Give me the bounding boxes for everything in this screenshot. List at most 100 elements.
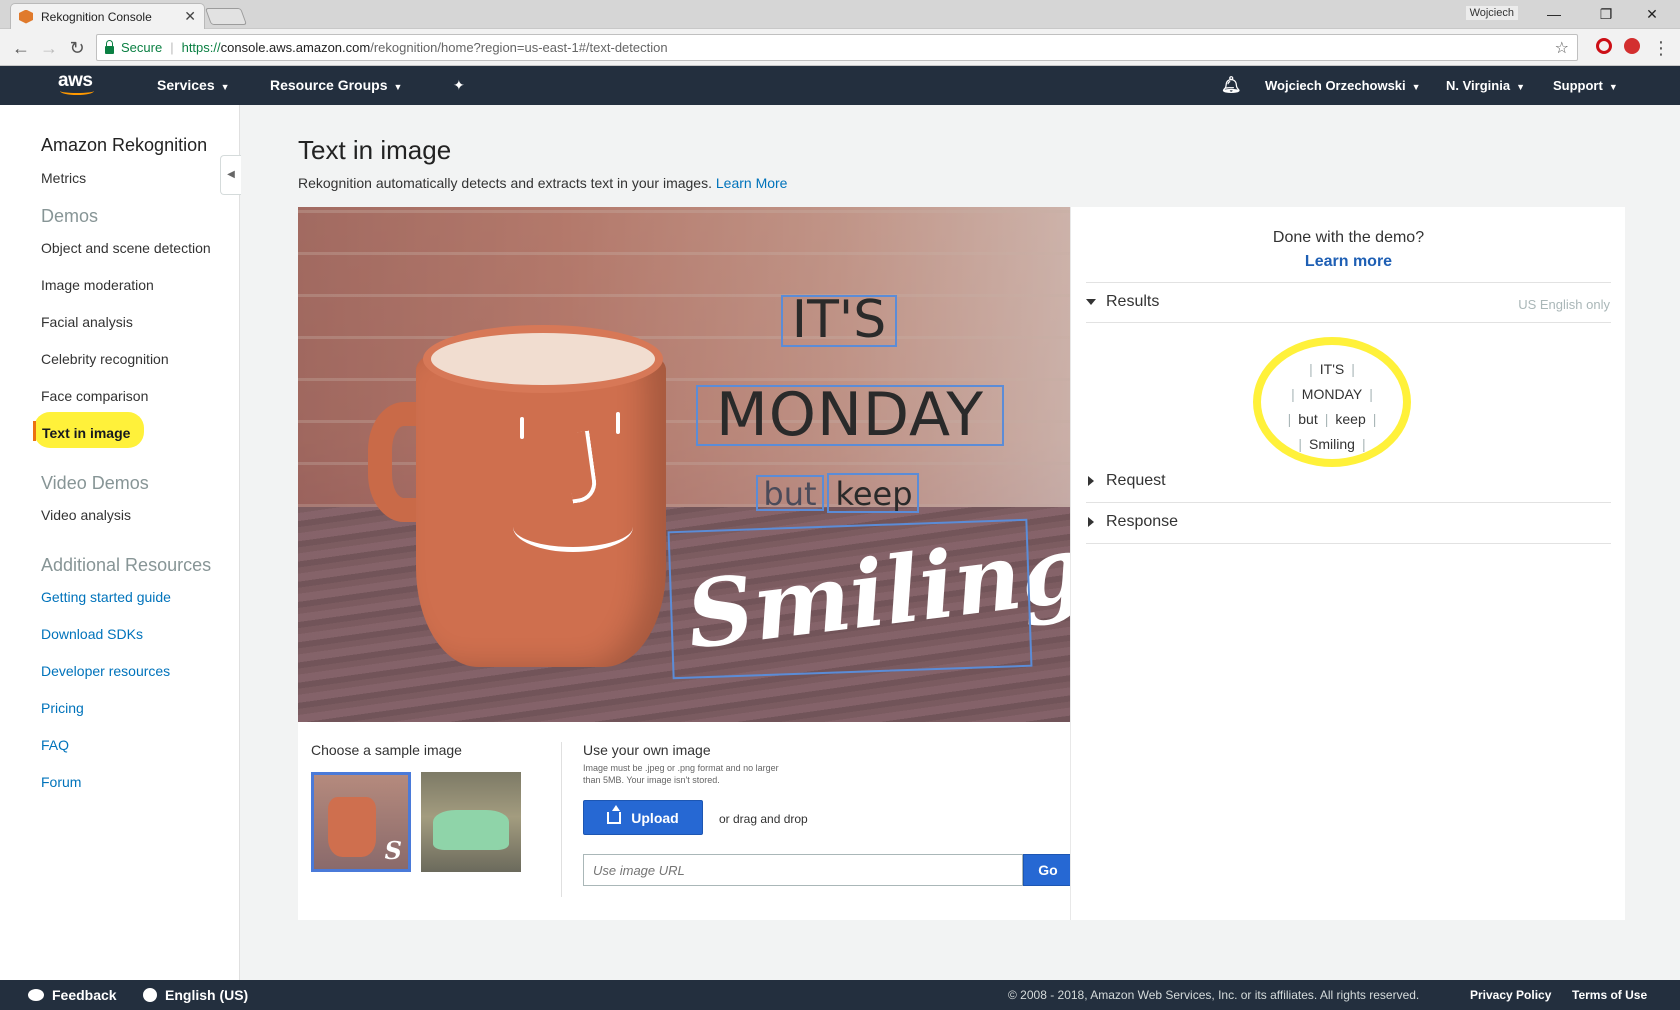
smiley-mouth	[513, 502, 633, 552]
sidebar-link-forum[interactable]: Forum	[41, 774, 81, 790]
result-word: Smiling	[1309, 436, 1355, 452]
forward-icon[interactable]: →	[38, 37, 60, 59]
region-menu[interactable]: N. Virginia ▼	[1446, 66, 1525, 105]
result-line: | MONDAY |	[1221, 382, 1443, 407]
separator: |	[1324, 411, 1329, 427]
results-accordion[interactable]: Results	[1086, 293, 1159, 311]
active-indicator	[33, 421, 36, 441]
result-line: | IT'S |	[1221, 357, 1443, 382]
chevron-down-icon: ▼	[1608, 82, 1618, 92]
sidebar-heading-additional-resources: Additional Resources	[41, 555, 212, 575]
back-icon[interactable]: ←	[10, 37, 32, 59]
star-icon[interactable]: ☆	[1555, 38, 1569, 58]
opera-extension-icon[interactable]	[1596, 38, 1612, 54]
learn-more-link[interactable]: Learn More	[716, 175, 788, 191]
url-path: /rekognition/home?region=us-east-1#/text…	[370, 40, 668, 55]
aws-favicon-icon	[19, 9, 33, 24]
sidebar-item-facial-analysis[interactable]: Facial analysis	[41, 314, 133, 330]
aws-logo[interactable]: aws	[58, 70, 102, 100]
pin-icon[interactable]: ✦	[453, 66, 465, 105]
sidebar-item-video-analysis[interactable]: Video analysis	[41, 507, 131, 523]
restore-icon[interactable]: ❐	[1588, 3, 1624, 25]
resource-groups-menu[interactable]: Resource Groups ▼	[270, 66, 402, 105]
sidebar: Amazon Rekognition Metrics Demos Object …	[0, 105, 241, 980]
browser-tabstrip: Rekognition Console ✕ Wojciech — ❐ ✕	[0, 0, 1680, 29]
bbox-keep	[827, 473, 919, 513]
sidebar-link-download-sdks[interactable]: Download SDKs	[41, 626, 143, 642]
sidebar-item-face-comparison[interactable]: Face comparison	[41, 388, 148, 404]
copyright-text: © 2008 - 2018, Amazon Web Services, Inc.…	[1008, 988, 1420, 1002]
close-icon[interactable]: ✕	[1634, 3, 1670, 25]
sample-image-car[interactable]	[421, 772, 521, 872]
bell-icon[interactable]: 🔔︎	[1221, 66, 1241, 105]
sidebar-item-text-in-image[interactable]: Text in image	[42, 425, 130, 441]
menu-kebab-icon[interactable]: ⋮	[1650, 37, 1672, 59]
bbox-monday	[696, 385, 1004, 446]
tab-close-icon[interactable]: ✕	[184, 8, 196, 25]
sample-image-mug[interactable]	[311, 772, 411, 872]
chevron-down-icon: ▼	[393, 82, 403, 92]
sidebar-item-metrics[interactable]: Metrics	[41, 170, 86, 186]
sidebar-link-pricing[interactable]: Pricing	[41, 700, 84, 716]
divider	[1086, 322, 1611, 323]
result-word: but	[1298, 411, 1318, 427]
sidebar-collapse-button[interactable]: ◀	[220, 155, 241, 195]
lock-icon	[105, 39, 114, 54]
page-description-text: Rekognition automatically detects and ex…	[298, 175, 712, 191]
upload-button[interactable]: Upload	[583, 800, 703, 835]
browser-tab[interactable]: Rekognition Console ✕	[10, 3, 205, 29]
feedback-button[interactable]: Feedback	[28, 980, 117, 1010]
sample-car-thumbnail	[421, 772, 521, 872]
result-word: keep	[1335, 411, 1366, 427]
results-learn-more-link[interactable]: Learn more	[1071, 253, 1626, 271]
own-image-title: Use your own image	[583, 742, 711, 758]
sidebar-item-celebrity-recognition[interactable]: Celebrity recognition	[41, 351, 169, 367]
window-user-badge[interactable]: Wojciech	[1465, 6, 1518, 20]
chevron-down-icon: ▼	[220, 82, 230, 92]
services-label: Services	[157, 77, 215, 93]
separator: |	[1369, 386, 1373, 402]
sidebar-heading-video-demos: Video Demos	[41, 473, 149, 493]
url-host: console.aws.amazon.com	[220, 40, 371, 55]
bbox-its	[781, 295, 897, 347]
request-label: Request	[1106, 472, 1166, 489]
go-button[interactable]: Go	[1023, 854, 1073, 886]
secure-label: Secure	[121, 40, 163, 55]
request-accordion[interactable]: Request	[1086, 472, 1166, 490]
response-accordion[interactable]: Response	[1086, 513, 1178, 531]
browser-address-bar: ← → ↻ Secure | https://console.aws.amazo…	[0, 29, 1680, 66]
sidebar-link-faq[interactable]: FAQ	[41, 737, 69, 753]
url-bar[interactable]: Secure | https://console.aws.amazon.com /…	[96, 34, 1578, 61]
aws-logo-text: aws	[58, 70, 93, 91]
privacy-policy-link[interactable]: Privacy Policy	[1470, 980, 1551, 1010]
sidebar-link-getting-started[interactable]: Getting started guide	[41, 589, 171, 605]
sample-label: Choose a sample image	[311, 742, 462, 758]
upload-label: Upload	[631, 809, 679, 826]
user-menu[interactable]: Wojciech Orzechowski ▼	[1265, 66, 1421, 105]
reload-icon[interactable]: ↻	[66, 37, 88, 59]
minimize-icon[interactable]: —	[1536, 3, 1572, 25]
language-selector[interactable]: English (US)	[143, 980, 248, 1010]
sidebar-item-object-scene[interactable]: Object and scene detection	[41, 240, 211, 256]
sidebar-link-developer-resources[interactable]: Developer resources	[41, 663, 170, 679]
bbox-but	[756, 475, 824, 511]
user-label: Wojciech Orzechowski	[1265, 78, 1406, 93]
mug-foam	[423, 325, 663, 393]
adblock-extension-icon[interactable]	[1624, 38, 1640, 54]
page-description: Rekognition automatically detects and ex…	[298, 175, 787, 191]
separator: |	[1287, 411, 1292, 427]
new-tab-button[interactable]	[204, 8, 248, 25]
tab-title: Rekognition Console	[41, 9, 152, 24]
divider	[1086, 502, 1611, 503]
separator: |	[1298, 436, 1303, 452]
image-url-input[interactable]	[583, 854, 1023, 886]
chat-bubble-icon	[28, 989, 44, 1001]
services-menu[interactable]: Services ▼	[157, 66, 230, 105]
support-menu[interactable]: Support ▼	[1553, 66, 1618, 105]
url-scheme: https://	[181, 40, 221, 55]
sidebar-item-image-moderation[interactable]: Image moderation	[41, 277, 154, 293]
sidebar-title[interactable]: Amazon Rekognition	[41, 135, 207, 156]
terms-of-use-link[interactable]: Terms of Use	[1572, 980, 1647, 1010]
footer: Feedback English (US) © 2008 - 2018, Ama…	[0, 980, 1680, 1010]
separator: |	[1291, 386, 1295, 402]
